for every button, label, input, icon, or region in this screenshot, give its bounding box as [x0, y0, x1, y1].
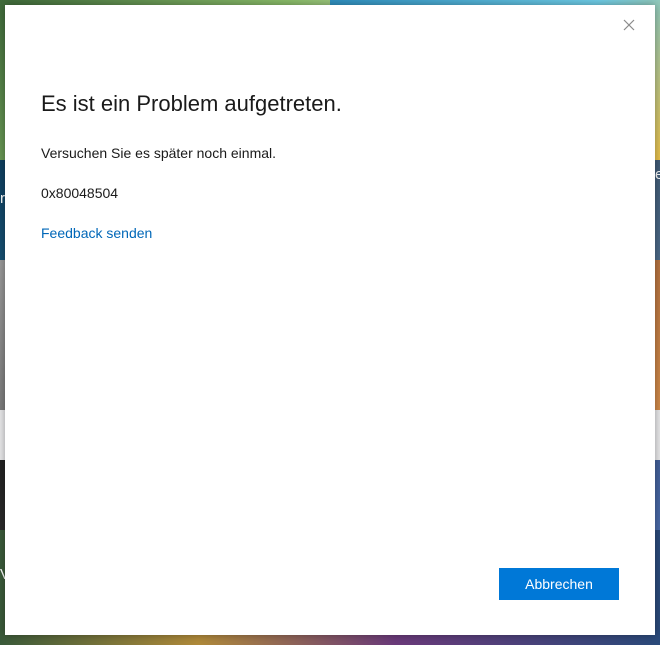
error-message: Versuchen Sie es später noch einmal. [41, 145, 277, 161]
dialog-title: Es ist ein Problem aufgetreten. [41, 91, 342, 116]
close-icon [623, 19, 635, 31]
background-edge-text: e [655, 166, 660, 183]
error-code: 0x80048504 [41, 185, 119, 201]
feedback-link[interactable]: Feedback senden [41, 225, 152, 241]
close-button[interactable] [617, 13, 641, 37]
error-dialog: Es ist ein Problem aufgetreten. Versuche… [5, 5, 655, 635]
cancel-button[interactable]: Abbrechen [499, 568, 619, 600]
